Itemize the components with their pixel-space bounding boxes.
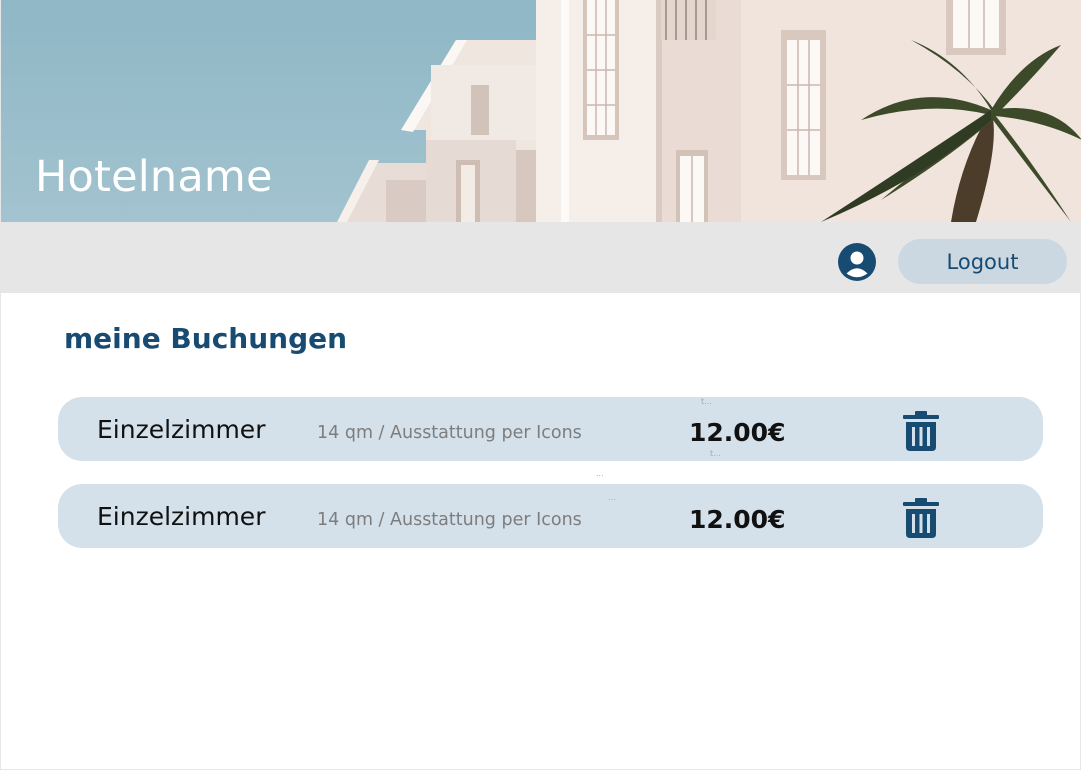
trash-icon[interactable] <box>902 498 940 538</box>
hint-text: ... <box>608 493 616 502</box>
room-name: Einzelzimmer <box>97 502 266 531</box>
room-name: Einzelzimmer <box>97 415 266 444</box>
booking-card: Einzelzimmer 14 qm / Ausstattung per Ico… <box>58 484 1043 548</box>
user-circle-icon[interactable] <box>838 243 876 281</box>
page: Hotelname Logout meine Buchungen Einzelz… <box>0 0 1081 770</box>
room-price: 12.00€ <box>689 418 786 447</box>
room-price: 12.00€ <box>689 505 786 534</box>
room-description: 14 qm / Ausstattung per Icons <box>317 423 582 443</box>
header-banner: Hotelname <box>1 0 1081 222</box>
hotel-name: Hotelname <box>35 152 273 202</box>
page-title: meine Buchungen <box>64 322 348 355</box>
hint-text: ... <box>596 469 604 478</box>
room-description: 14 qm / Ausstattung per Icons <box>317 510 582 530</box>
navbar: Logout <box>1 222 1081 293</box>
logout-button[interactable]: Logout <box>898 239 1067 284</box>
hint-text: t... <box>710 449 721 458</box>
hint-text: t... <box>701 397 712 406</box>
trash-icon[interactable] <box>902 411 940 451</box>
booking-card: Einzelzimmer 14 qm / Ausstattung per Ico… <box>58 397 1043 461</box>
